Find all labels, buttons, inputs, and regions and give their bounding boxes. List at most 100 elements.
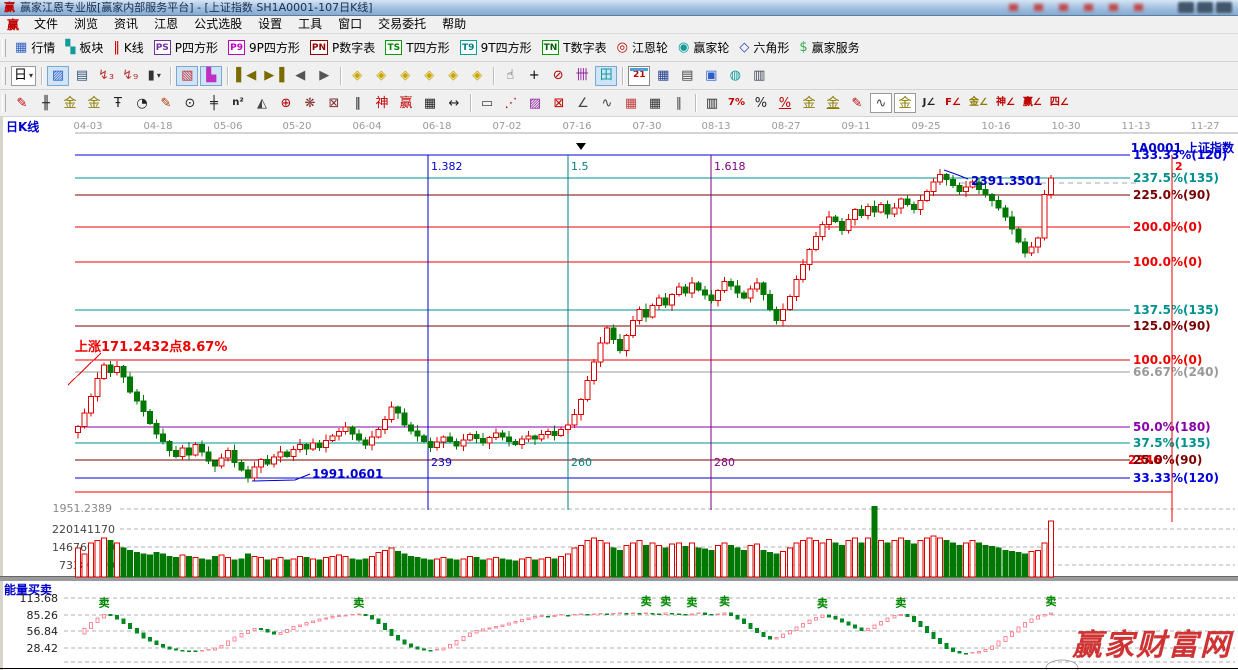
j-angle-tool[interactable]: J∠: [918, 93, 940, 113]
9p-square-button[interactable]: P9 9P四方形: [223, 37, 305, 58]
gann-grid-purple-tool[interactable]: 卌: [571, 66, 593, 86]
kline-chart-area[interactable]: 04-03 04-18 05-06 05-20 06-04 06-18 07-02 07-16…: [0, 117, 1238, 670]
print-tool[interactable]: ▥: [748, 66, 770, 86]
gold-grid-2-tool[interactable]: 金: [83, 93, 105, 113]
gann-diamond-right-tool[interactable]: ◈: [370, 66, 392, 86]
gold-grid-1-tool[interactable]: 金: [59, 93, 81, 113]
pencil-tool[interactable]: ✎: [11, 93, 33, 113]
menu-item-帮助[interactable]: 帮助: [434, 16, 474, 33]
hash-dense-tool[interactable]: ╪: [203, 93, 225, 113]
menu-item-公式选股[interactable]: 公式选股: [186, 16, 250, 33]
export-tool[interactable]: ◍: [724, 66, 746, 86]
f-angle-tool[interactable]: F∠: [942, 93, 964, 113]
gann-grid-teal-tool[interactable]: 田: [595, 65, 618, 86]
drag-hand-tool[interactable]: ☝: [499, 66, 521, 86]
t-square-button[interactable]: TS T四方形: [380, 37, 454, 58]
wave-line-tool[interactable]: ∿: [596, 93, 618, 113]
gann-wheel-button[interactable]: ◎ 江恩轮: [612, 37, 673, 58]
box-select-tool[interactable]: ▭: [476, 93, 498, 113]
parallel-lines-tool[interactable]: ∥: [668, 93, 690, 113]
percent-7-tool[interactable]: 7%: [725, 93, 748, 113]
winner-service-button[interactable]: $ 赢家服务: [794, 37, 864, 58]
pencil-angle-tool[interactable]: ✎: [155, 93, 177, 113]
info-board-tool[interactable]: ▤: [71, 66, 93, 86]
percent-tool[interactable]: %: [750, 93, 772, 113]
f-ruler-tool[interactable]: Ŧ: [107, 93, 129, 113]
gold-angle-tool[interactable]: 金∠: [966, 93, 991, 113]
jump-last-tool[interactable]: ▶▐: [261, 66, 287, 86]
kline-button[interactable]: ‖ K线: [108, 37, 148, 58]
h-measure-tool[interactable]: ↔: [443, 93, 465, 113]
menu-item-工具[interactable]: 工具: [290, 16, 330, 33]
p-square-button[interactable]: PS P四方形: [149, 37, 223, 58]
9t-square-button[interactable]: T9 9T四方形: [455, 37, 537, 58]
hatch-lines-tool[interactable]: ╫: [35, 93, 57, 113]
period-day-tool[interactable]: 日 ▾: [11, 65, 37, 86]
spiral-tool[interactable]: ◔: [131, 93, 153, 113]
grid-red-tool[interactable]: ▦: [620, 93, 642, 113]
p-number-table-button[interactable]: PN P数字表: [305, 37, 380, 58]
toolbar-grip[interactable]: [2, 66, 6, 85]
brush-gold-tool[interactable]: ✎: [846, 93, 868, 113]
volume-profile-tool[interactable]: ▙: [200, 65, 223, 86]
scale-ruler-tool[interactable]: ▥: [701, 93, 723, 113]
win-angle-tool[interactable]: 赢∠: [1020, 93, 1045, 113]
grid-cross-tool[interactable]: ⊠: [323, 93, 345, 113]
gann-diamond-expand-tool[interactable]: ◈: [394, 66, 416, 86]
window-controls[interactable]: [1178, 2, 1232, 13]
menu-item-文件[interactable]: 文件: [26, 16, 66, 33]
hexagon-button[interactable]: ◇ 六角形: [734, 37, 794, 58]
toolbar-grip[interactable]: [2, 38, 6, 57]
sectors-button[interactable]: ▚ 板块: [60, 37, 108, 58]
gold-circle-tool[interactable]: 金: [798, 93, 820, 113]
candle-style-tool[interactable]: ▮ ▾: [143, 66, 165, 86]
ruler-123-tool[interactable]: ▦: [419, 93, 441, 113]
gold-box-red-tool[interactable]: 金: [893, 93, 916, 113]
box-fan-red-tool[interactable]: ⊠: [548, 93, 570, 113]
menu-item-资讯[interactable]: 资讯: [106, 16, 146, 33]
gann-diamond-compress-tool[interactable]: ◈: [418, 66, 440, 86]
shen-angle-tool[interactable]: 神∠: [993, 93, 1018, 113]
jump-first-tool[interactable]: ▌◀: [233, 66, 259, 86]
menu-item-浏览[interactable]: 浏览: [66, 16, 106, 33]
toolbar-grip[interactable]: [2, 94, 6, 112]
fan-lines-tool[interactable]: ⋰: [500, 93, 522, 113]
pattern-box-tool[interactable]: ▧: [176, 65, 199, 86]
clock-circle-tool[interactable]: ⊙: [179, 93, 201, 113]
four-angle-tool[interactable]: 四∠: [1047, 93, 1072, 113]
menu-item-江恩[interactable]: 江恩: [146, 16, 186, 33]
menu-item-交易委托[interactable]: 交易委托: [370, 16, 434, 33]
percent-line-tool[interactable]: %: [774, 93, 796, 113]
web-circle-tool[interactable]: ❋: [299, 93, 321, 113]
calendar-tool[interactable]: 21: [628, 65, 651, 86]
page-prev-tool[interactable]: ◀: [289, 66, 311, 86]
t-number-table-button[interactable]: TN T数字表: [537, 37, 612, 58]
page-next-tool[interactable]: ▶: [313, 66, 335, 86]
mirror-angle-tool[interactable]: ◭: [251, 93, 273, 113]
angle-line-tool[interactable]: ∠: [572, 93, 594, 113]
winner-wheel-button[interactable]: ◉ 赢家轮: [673, 37, 734, 58]
candles-9-tool[interactable]: ↯₉: [119, 66, 141, 86]
shen-ruler-tool[interactable]: 神: [371, 93, 393, 113]
wave-box-tool[interactable]: ∿: [869, 93, 892, 113]
menu-item-窗口[interactable]: 窗口: [330, 16, 370, 33]
crosshair-tool[interactable]: +: [523, 66, 545, 86]
menu-item-设置[interactable]: 设置: [250, 16, 290, 33]
grid-dark-tool[interactable]: ▦: [644, 93, 666, 113]
zigzag-mode-tool[interactable]: ▨: [47, 65, 70, 86]
notes-tool[interactable]: ▤: [676, 66, 698, 86]
fan-box-tool[interactable]: ▨: [524, 93, 546, 113]
zoom-off-tool[interactable]: ⊘: [547, 66, 569, 86]
candles-3-tool[interactable]: ↯₃: [95, 66, 117, 86]
save-tool[interactable]: ▣: [700, 66, 722, 86]
double-tick-tool[interactable]: ∥: [347, 93, 369, 113]
n-squared-tool[interactable]: n²: [227, 93, 249, 113]
calculator-tool[interactable]: ▦: [652, 66, 674, 86]
gold-line-tool[interactable]: 金: [822, 93, 844, 113]
gann-diamond-left-tool[interactable]: ◈: [346, 66, 368, 86]
compass-cross-tool[interactable]: ⊕: [275, 93, 297, 113]
gann-diamond-cross-tool[interactable]: ◈: [466, 66, 488, 86]
win-ruler-tool[interactable]: 赢: [395, 93, 417, 113]
quotes-button[interactable]: ▦ 行情: [10, 37, 60, 58]
gann-diamond-star-tool[interactable]: ◈: [442, 66, 464, 86]
